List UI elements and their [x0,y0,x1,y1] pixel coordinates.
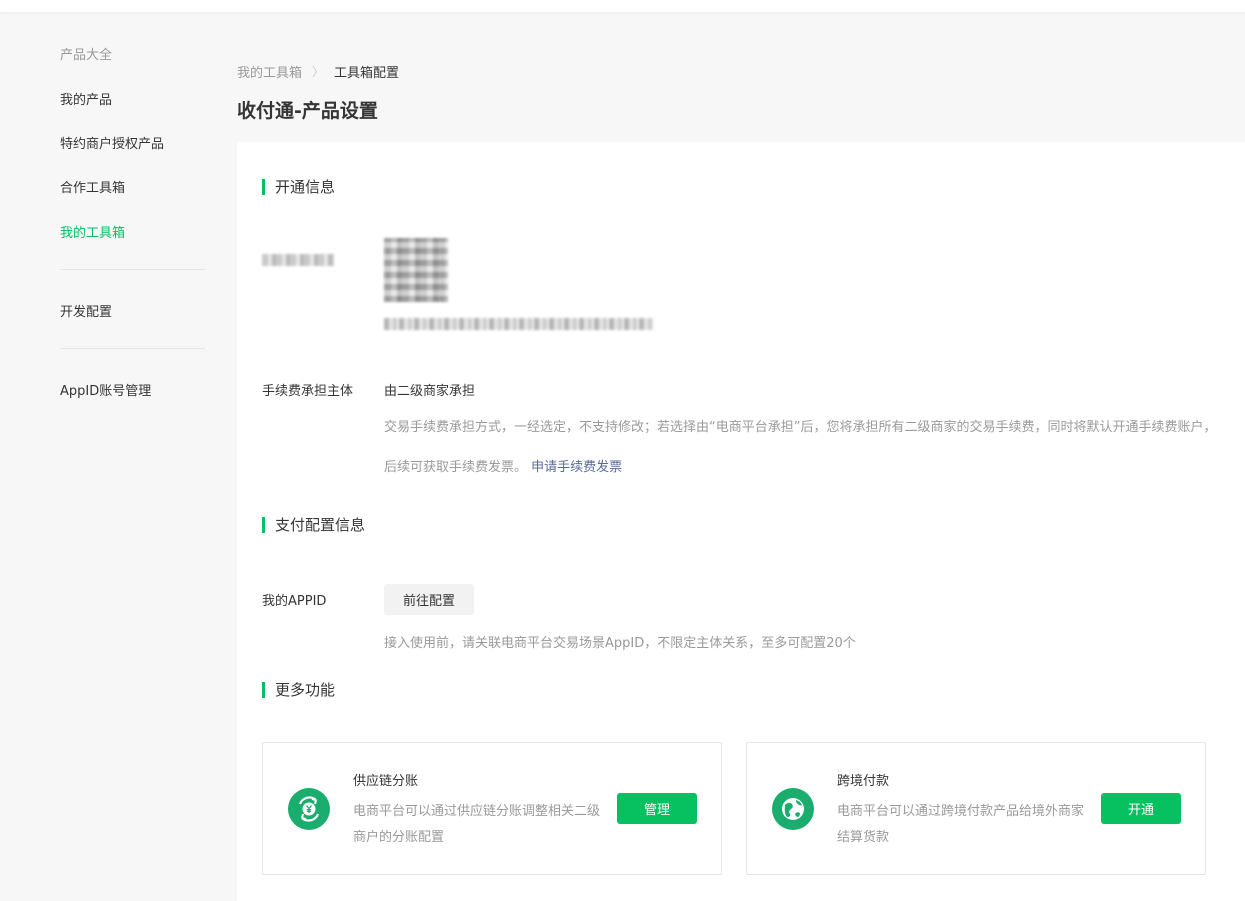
page-title: 收付通-产品设置 [237,100,378,122]
go-config-button[interactable]: 前往配置 [384,584,474,615]
breadcrumb: 我的工具箱 〉 工具箱配置 [237,62,399,81]
appid-description: 接入使用前，请关联电商平台交易场景AppID，不限定主体关系，至多可配置20个 [384,636,856,651]
feature-card-supply-chain: 供应链分账 电商平台可以通过供应链分账调整相关二级商户的分账配置 管理 [262,742,722,875]
fee-description-text: 交易手续费承担方式，一经选定，不支持修改；若选择由“电商平台承担”后，您将承担所… [384,420,1217,475]
card-description: 电商平台可以通过供应链分账调整相关二级商户的分账配置 [353,804,601,845]
fee-bearer-value: 由二级商家承担 [384,384,476,399]
redacted-text [384,318,654,330]
manage-button[interactable]: 管理 [617,793,697,824]
sidebar-item-my-toolbox[interactable]: 我的工具箱 [60,222,125,241]
section-title-pay-config: 支付配置信息 [262,517,365,533]
apply-fee-invoice-link[interactable]: 申请手续费发票 [531,460,622,475]
sidebar-group-title: 产品大全 [60,48,113,63]
fee-description: 交易手续费承担方式，一经选定，不支持修改；若选择由“电商平台承担”后，您将承担所… [384,408,1224,488]
globe-icon [772,788,814,830]
sidebar-item-partner-toolbox[interactable]: 合作工具箱 [60,177,125,196]
section-title-more-features: 更多功能 [262,682,335,698]
sidebar: 产品大全 我的产品 特约商户授权产品 合作工具箱 我的工具箱 开发配置 AppI… [0,12,230,901]
sidebar-divider [60,269,205,270]
card-title: 跨境付款 [837,774,890,789]
open-button[interactable]: 开通 [1101,793,1181,824]
sidebar-divider [60,348,205,349]
feature-card-cross-border: 跨境付款 电商平台可以通过跨境付款产品给境外商家结算货款 开通 [746,742,1206,875]
card-title: 供应链分账 [353,774,419,789]
yuan-cycle-icon [288,788,330,830]
chevron-right-icon: 〉 [312,65,325,79]
sidebar-item-special-merchant[interactable]: 特约商户授权产品 [60,133,164,152]
section-title-open-info: 开通信息 [262,179,335,195]
redacted-label [262,254,334,266]
settings-panel: 开通信息 手续费承担主体 由二级商家承担 交易手续费承担方式，一经选定，不支持修… [237,142,1245,901]
card-description: 电商平台可以通过跨境付款产品给境外商家结算货款 [837,804,1085,845]
top-bar [0,0,1245,12]
sidebar-item-dev-config[interactable]: 开发配置 [60,301,112,320]
sidebar-item-appid-management[interactable]: AppID账号管理 [60,380,151,399]
breadcrumb-parent-link[interactable]: 我的工具箱 [237,62,302,81]
redacted-qrcode-image [384,238,448,302]
sidebar-item-my-products[interactable]: 我的产品 [60,89,112,108]
breadcrumb-current: 工具箱配置 [334,66,400,81]
fee-bearer-label: 手续费承担主体 [262,384,354,399]
my-appid-label: 我的APPID [262,594,327,609]
